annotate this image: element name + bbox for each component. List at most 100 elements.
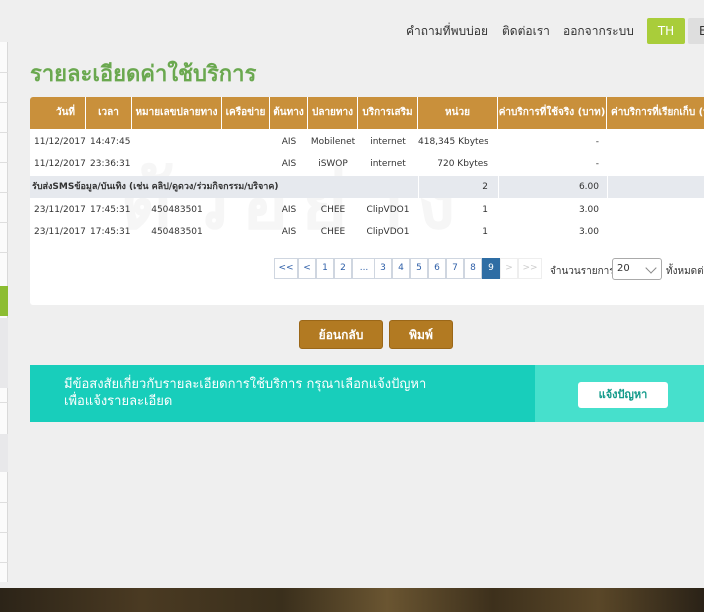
rows-per-page-select[interactable]: 20 [612, 258, 662, 280]
print-button[interactable]: พิมพ์ [389, 320, 453, 349]
background-photo [0, 588, 704, 612]
page-title: รายละเอียดค่าใช้บริการ [30, 62, 257, 87]
cell-service: internet [370, 137, 406, 147]
table-row: 11/12/2017 23:36:31 AIS iSWOP internet 7… [30, 153, 704, 175]
col-date: วันที่ [30, 97, 86, 129]
col-actual: ค่าบริการที่ใช้จริง (บาท) [498, 97, 607, 129]
cell-origin: AIS [281, 227, 297, 237]
col-service: บริการเสริม [358, 97, 418, 129]
page-next-button[interactable]: > [500, 258, 518, 279]
sidebar-divider [0, 562, 8, 563]
cell-group-name: รับส่งSMSข้อมูล/บันเทิง (เช่น คลิป/ดูดวง… [32, 182, 279, 192]
sidebar-divider [0, 192, 8, 193]
col-network: เครือข่าย [222, 97, 270, 129]
lang-th-button[interactable]: TH [647, 18, 685, 44]
cell-dest [132, 131, 222, 153]
cell-origin: AIS [281, 137, 297, 147]
cell-date: 11/12/2017 [34, 137, 86, 147]
page-button[interactable]: 5 [410, 258, 428, 279]
nav-logout-link[interactable]: ออกจากระบบ [563, 22, 634, 41]
banner-line-2: เพื่อแจ้งรายละเอียด [64, 394, 173, 409]
page-ellipsis: ... [352, 258, 376, 279]
page: คำถามที่พบบ่อย ติดต่อเรา ออกจากระบบ TH E… [0, 0, 704, 582]
rows-per-page-label: จำนวนรายการ [550, 266, 615, 277]
report-issue-button[interactable]: แจ้งปัญหา [578, 382, 668, 408]
sidebar-submenu [0, 434, 8, 472]
page-prev-button[interactable]: < [298, 258, 316, 279]
page-button[interactable]: 1 [316, 258, 334, 279]
cell-service: internet [370, 159, 406, 169]
table-row: 23/11/2017 17:45:31 450483501 AIS CHEE C… [30, 199, 704, 221]
back-button[interactable]: ย้อนกลับ [299, 320, 383, 349]
rows-per-page-value: 20 [617, 263, 630, 274]
cell-date: 11/12/2017 [34, 159, 86, 169]
page-button[interactable]: 7 [446, 258, 464, 279]
nav-faq-link[interactable]: คำถามที่พบบ่อย [406, 22, 488, 41]
col-dest: หมายเลขปลายทาง [132, 97, 222, 129]
cell-unit: 1 [482, 205, 488, 215]
page-button[interactable]: 6 [428, 258, 446, 279]
lang-en-button[interactable]: E [688, 18, 704, 44]
cell-service: ClipVDO1 [366, 205, 410, 215]
usage-table-card: ตัวอย่าง วันที่ เวลา หมายเลขปลายทาง เครื… [30, 97, 704, 305]
cell-unit: 418,345 Kbytes [418, 137, 488, 147]
cell-date: 23/11/2017 [34, 205, 86, 215]
sidebar-divider [0, 532, 8, 533]
nav-contact-link[interactable]: ติดต่อเรา [502, 22, 550, 41]
page-button[interactable]: 2 [334, 258, 352, 279]
sidebar-divider [0, 402, 8, 403]
page-button[interactable]: 4 [392, 258, 410, 279]
cell-date: 23/11/2017 [34, 227, 86, 237]
sidebar-divider [0, 502, 8, 503]
cell-origin: AIS [281, 159, 297, 169]
col-billed: ค่าบริการที่เรียกเก็บ (บาท) [611, 107, 704, 118]
report-issue-banner: มีข้อสงสัยเกี่ยวกับรายละเอียดการใช้บริกา… [30, 365, 704, 422]
cell-billed: 6 [607, 176, 704, 198]
cell-billed: 3 [607, 199, 704, 221]
table-group-row: รับส่งSMSข้อมูล/บันเทิง (เช่น คลิป/ดูดวง… [30, 176, 704, 198]
cell-time: 14:47:45 [90, 137, 131, 147]
col-unit: หน่วย [418, 97, 498, 129]
sidebar-divider [0, 252, 8, 253]
page-first-button[interactable]: << [274, 258, 298, 279]
chevron-down-icon [645, 262, 657, 274]
cell-time: 17:45:31 [90, 227, 131, 237]
cell-actual: - [595, 137, 599, 147]
col-time: เวลา [86, 97, 132, 129]
cell-billed [607, 131, 704, 153]
sidebar-divider [0, 162, 8, 163]
sidebar-item-active[interactable] [0, 286, 8, 316]
sidebar-submenu [0, 318, 8, 388]
sidebar-divider [0, 132, 8, 133]
cell-actual: 3.00 [578, 227, 599, 237]
cell-actual: 3.00 [578, 205, 599, 215]
cell-service: ClipVDO1 [366, 227, 410, 237]
cell-billed [607, 153, 704, 175]
table-row: 23/11/2017 17:45:31 450483501 AIS CHEE C… [30, 221, 704, 243]
cell-unit: 720 Kbytes [437, 159, 488, 169]
cell-to: iSWOP [318, 159, 348, 169]
sidebar-divider [0, 72, 8, 73]
total-label: ทั้งหมดต่อ [666, 266, 704, 277]
cell-dest: 450483501 [151, 205, 203, 215]
sidebar-divider [0, 102, 8, 103]
cell-unit: 1 [482, 227, 488, 237]
page-button-active[interactable]: 9 [482, 258, 500, 279]
page-button[interactable]: 8 [464, 258, 482, 279]
cell-billed: 3 [607, 221, 704, 243]
page-button[interactable]: 3 [374, 258, 392, 279]
cell-time: 23:36:31 [90, 159, 131, 169]
col-origin: ต้นทาง [270, 97, 308, 129]
table-header: วันที่ เวลา หมายเลขปลายทาง เครือข่าย ต้น… [30, 97, 704, 129]
page-last-button[interactable]: >> [518, 258, 542, 279]
col-to: ปลายทาง [308, 97, 358, 129]
cell-unit: 2 [482, 182, 488, 192]
cell-to: Mobilenet [310, 137, 356, 147]
banner-message: มีข้อสงสัยเกี่ยวกับรายละเอียดการใช้บริกา… [64, 376, 426, 410]
cell-dest [132, 153, 222, 175]
cell-origin: AIS [281, 205, 297, 215]
cell-dest: 450483501 [151, 227, 203, 237]
cell-to: CHEE [320, 205, 346, 215]
sidebar-divider [0, 222, 8, 223]
cell-actual: 6.00 [578, 182, 599, 192]
